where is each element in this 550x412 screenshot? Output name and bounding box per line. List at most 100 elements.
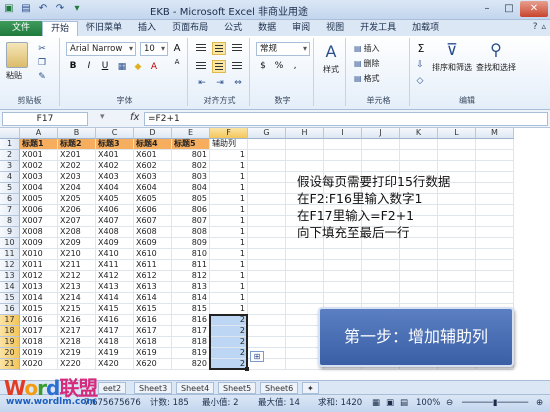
bold-button[interactable]: B — [66, 60, 80, 73]
row-header[interactable]: 11 — [0, 249, 20, 260]
table-cell[interactable] — [324, 139, 362, 150]
table-cell[interactable]: X010 — [20, 249, 58, 260]
table-cell[interactable] — [362, 161, 400, 172]
find-select-button[interactable]: ⚲ 查找和选择 — [474, 40, 518, 73]
table-cell[interactable] — [362, 260, 400, 271]
tab-formulas[interactable]: 公式 — [216, 21, 250, 36]
row-header[interactable]: 1 — [0, 139, 20, 150]
table-cell[interactable] — [248, 205, 286, 216]
currency-button[interactable]: $ — [256, 60, 270, 73]
table-cell[interactable] — [248, 227, 286, 238]
fill-color-icon[interactable]: ◆ — [132, 62, 144, 72]
row-header[interactable]: 15 — [0, 293, 20, 304]
row-header[interactable]: 8 — [0, 216, 20, 227]
table-cell[interactable] — [248, 161, 286, 172]
table-cell[interactable] — [248, 139, 286, 150]
table-cell[interactable] — [248, 304, 286, 315]
table-cell[interactable]: X206 — [58, 205, 96, 216]
formula-bar-dropdown-icon[interactable]: ▾ — [100, 112, 105, 122]
table-cell[interactable]: X217 — [58, 326, 96, 337]
table-cell[interactable] — [476, 183, 514, 194]
zoom-level[interactable]: 100% — [416, 395, 440, 412]
zoom-in-icon[interactable]: ⊕ — [536, 395, 543, 412]
table-cell[interactable]: 1 — [210, 227, 248, 238]
maximize-button[interactable]: □ — [498, 1, 520, 17]
table-cell[interactable] — [362, 150, 400, 161]
table-cell[interactable]: 1 — [210, 293, 248, 304]
table-cell[interactable] — [286, 139, 324, 150]
column-header[interactable]: E — [172, 128, 210, 139]
table-cell[interactable]: 819 — [172, 348, 210, 359]
table-cell[interactable]: 820 — [172, 359, 210, 370]
table-cell[interactable]: X219 — [58, 348, 96, 359]
table-cell[interactable]: X419 — [96, 348, 134, 359]
table-cell[interactable] — [248, 249, 286, 260]
insert-function-button[interactable]: fx — [130, 112, 139, 123]
table-cell[interactable]: X020 — [20, 359, 58, 370]
table-cell[interactable]: X417 — [96, 326, 134, 337]
sheet-tab[interactable]: Sheet3 — [134, 382, 173, 394]
table-cell[interactable]: X409 — [96, 238, 134, 249]
table-cell[interactable]: 808 — [172, 227, 210, 238]
name-box[interactable]: F17 — [2, 112, 88, 126]
table-cell[interactable]: X616 — [134, 315, 172, 326]
table-cell[interactable] — [476, 205, 514, 216]
fill-handle[interactable] — [245, 367, 249, 371]
table-cell[interactable] — [476, 260, 514, 271]
table-cell[interactable]: X401 — [96, 150, 134, 161]
fill-icon[interactable]: ⇩ — [414, 60, 426, 70]
table-cell[interactable]: X216 — [58, 315, 96, 326]
table-cell[interactable]: X220 — [58, 359, 96, 370]
table-cell[interactable] — [438, 271, 476, 282]
table-cell[interactable] — [248, 216, 286, 227]
column-header[interactable]: K — [400, 128, 438, 139]
table-cell[interactable]: 1 — [210, 260, 248, 271]
table-cell[interactable] — [324, 282, 362, 293]
table-cell[interactable]: X408 — [96, 227, 134, 238]
font-name-combo[interactable]: Arial Narrow — [66, 42, 136, 56]
insert-cells-button[interactable]: ▤ 插入 — [354, 43, 380, 54]
table-cell[interactable] — [286, 150, 324, 161]
table-cell[interactable] — [438, 260, 476, 271]
table-cell[interactable] — [248, 315, 286, 326]
row-header[interactable]: 21 — [0, 359, 20, 370]
table-cell[interactable]: X404 — [96, 183, 134, 194]
table-cell[interactable]: 818 — [172, 337, 210, 348]
row-header[interactable]: 4 — [0, 172, 20, 183]
table-cell[interactable]: X007 — [20, 216, 58, 227]
tab-developer[interactable]: 开发工具 — [352, 21, 404, 36]
formula-input[interactable]: =F2+1 — [144, 112, 548, 126]
minimize-button[interactable]: – — [476, 1, 498, 17]
table-cell[interactable]: X019 — [20, 348, 58, 359]
cut-icon[interactable]: ✂ — [36, 44, 48, 54]
borders-icon[interactable]: ▦ — [116, 62, 128, 72]
format-painter-icon[interactable]: ✎ — [36, 72, 48, 82]
row-header[interactable]: 5 — [0, 183, 20, 194]
table-cell[interactable] — [324, 260, 362, 271]
insert-sheet-icon[interactable]: ✦ — [302, 382, 319, 394]
table-cell[interactable]: 816 — [172, 315, 210, 326]
table-cell[interactable]: X414 — [96, 293, 134, 304]
row-header[interactable]: 3 — [0, 161, 20, 172]
row-header[interactable]: 20 — [0, 348, 20, 359]
table-cell[interactable]: X002 — [20, 161, 58, 172]
table-cell[interactable] — [362, 139, 400, 150]
table-cell[interactable] — [476, 194, 514, 205]
table-cell[interactable]: 辅助列 — [210, 139, 248, 150]
row-header[interactable]: 10 — [0, 238, 20, 249]
table-cell[interactable] — [476, 216, 514, 227]
tab-page-layout[interactable]: 页面布局 — [164, 21, 216, 36]
tab-classic-menu[interactable]: 怀旧菜单 — [78, 21, 130, 36]
table-cell[interactable] — [248, 238, 286, 249]
align-center-button[interactable] — [212, 60, 226, 73]
table-cell[interactable]: X001 — [20, 150, 58, 161]
outdent-icon[interactable]: ⇥ — [214, 78, 226, 88]
table-cell[interactable]: X205 — [58, 194, 96, 205]
table-cell[interactable] — [286, 271, 324, 282]
table-cell[interactable]: X418 — [96, 337, 134, 348]
format-cells-button[interactable]: ▤ 格式 — [354, 73, 380, 84]
table-cell[interactable]: X209 — [58, 238, 96, 249]
zoom-out-icon[interactable]: ⊖ — [446, 395, 453, 412]
table-cell[interactable]: X611 — [134, 260, 172, 271]
tab-view[interactable]: 视图 — [318, 21, 352, 36]
